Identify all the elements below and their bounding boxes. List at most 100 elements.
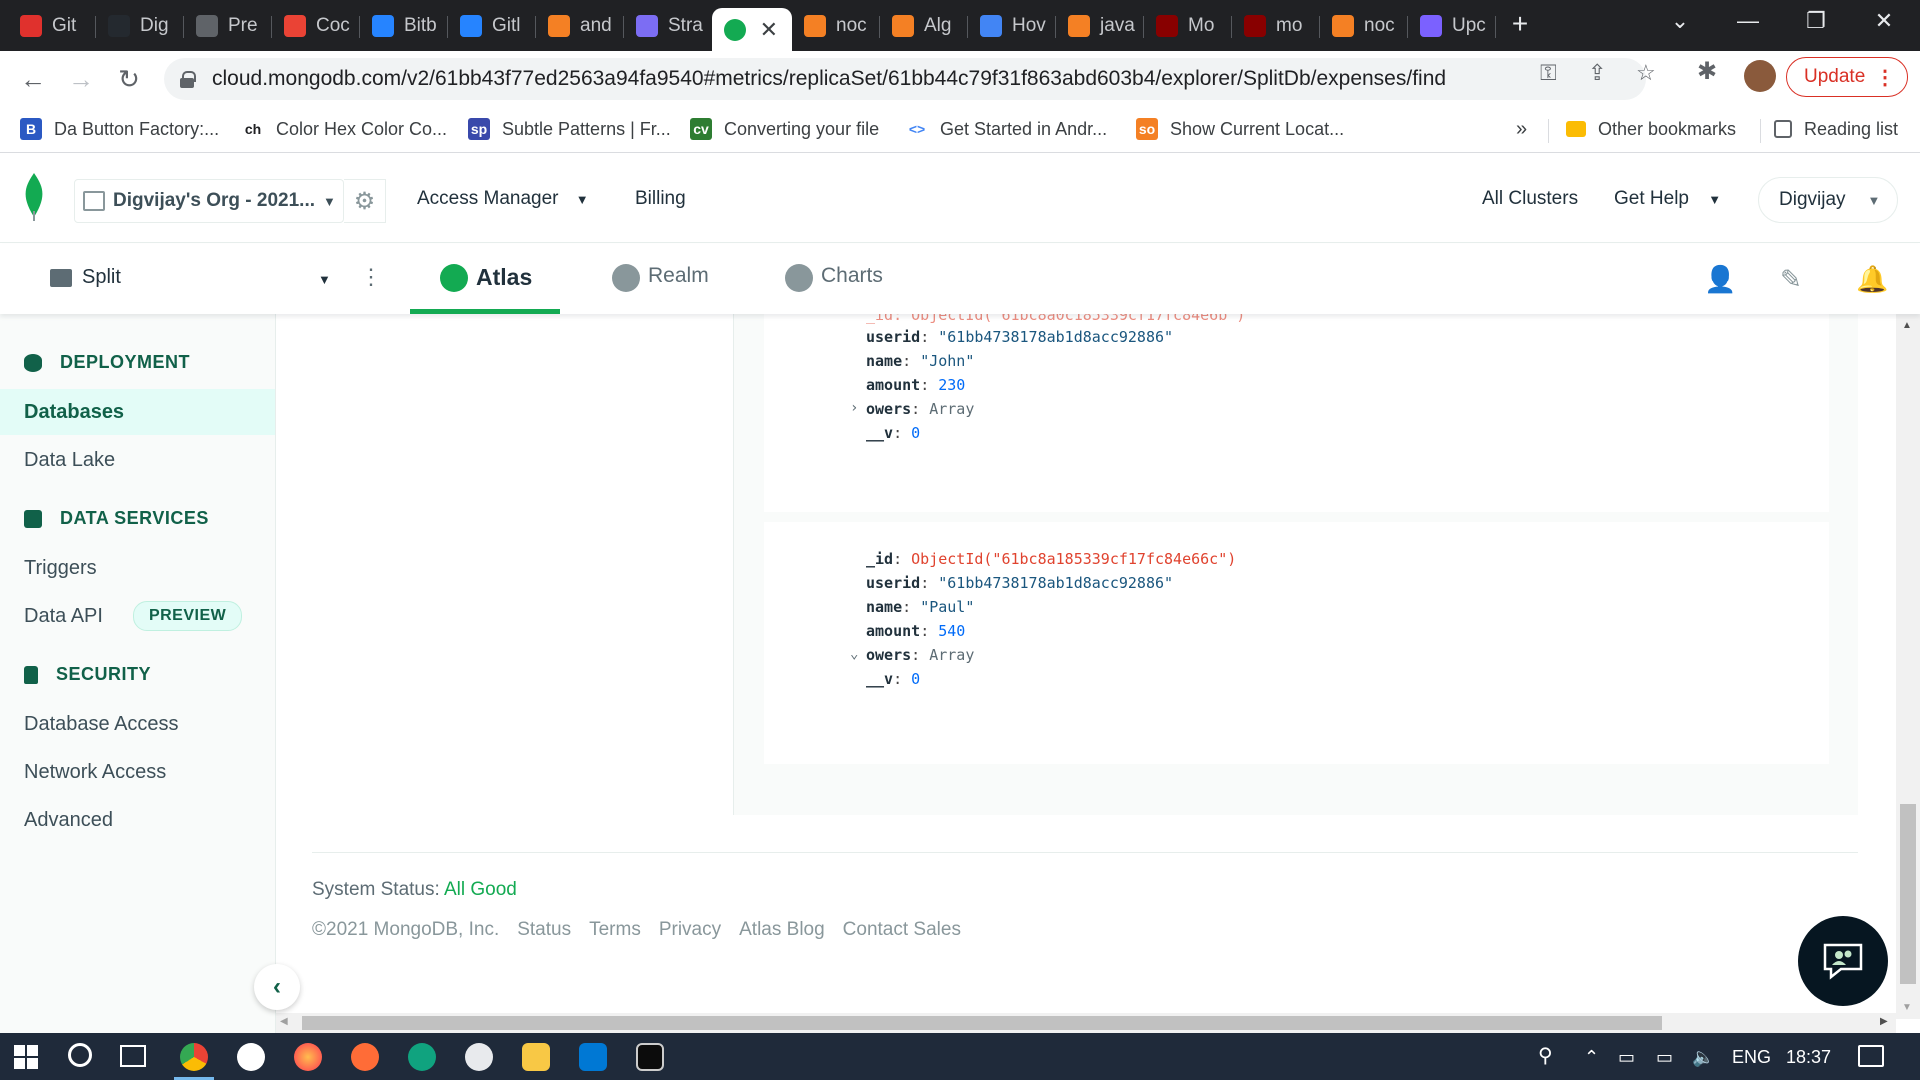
star-icon[interactable]: ☆	[1636, 60, 1656, 86]
activity-feed-icon[interactable]: ✎	[1780, 264, 1802, 295]
scroll-down-arrow-icon[interactable]: ▼	[1902, 1002, 1912, 1013]
browser-tab[interactable]: Stra	[624, 8, 712, 44]
horizontal-scroll-thumb[interactable]	[302, 1016, 1662, 1030]
update-button[interactable]: Update ⋮	[1786, 57, 1908, 97]
bookmark-item[interactable]: so Show Current Locat...	[1136, 115, 1344, 143]
forward-arrow-icon[interactable]: →	[64, 63, 98, 97]
billing-link[interactable]: Billing	[635, 188, 686, 210]
browser-tab[interactable]: Gitl	[448, 8, 536, 44]
language-indicator[interactable]: ENG	[1732, 1047, 1771, 1068]
firefox-icon[interactable]	[294, 1043, 322, 1071]
sidebar-item-network-access[interactable]: Network Access	[0, 749, 275, 795]
sidebar-item-triggers[interactable]: Triggers	[0, 545, 275, 591]
browser-tab[interactable]: Coc	[272, 8, 360, 44]
chatgpt-icon[interactable]	[408, 1043, 436, 1071]
sidebar-item-data-api[interactable]: Data API PREVIEW	[0, 593, 275, 639]
horizontal-scrollbar[interactable]: ◀ ▶	[276, 1013, 1896, 1033]
reading-list[interactable]: Reading list	[1774, 115, 1898, 143]
kebab-menu-icon[interactable]: ⋮	[360, 264, 382, 290]
scroll-left-arrow-icon[interactable]: ◀	[280, 1016, 288, 1027]
footer-link[interactable]: Terms	[589, 919, 641, 941]
extensions-icon[interactable]: ✱	[1697, 57, 1717, 86]
avatar[interactable]	[1744, 60, 1776, 92]
document-field[interactable]: ⌄ owers: Array	[850, 646, 974, 664]
other-bookmarks[interactable]: Other bookmarks	[1566, 115, 1736, 143]
invite-user-icon[interactable]: 👤	[1704, 264, 1736, 295]
notifications-icon[interactable]	[1858, 1045, 1884, 1067]
browser-tab[interactable]: Git	[8, 8, 96, 44]
sidebar-item-data-lake[interactable]: Data Lake	[0, 437, 275, 483]
close-tab-icon[interactable]: ✕	[760, 17, 778, 43]
app-icon[interactable]	[465, 1043, 493, 1071]
footer-link[interactable]: Contact Sales	[843, 919, 961, 941]
browser-tab[interactable]: java	[1056, 8, 1144, 44]
windows-start-icon[interactable]	[14, 1045, 38, 1069]
footer-link[interactable]: Status	[517, 919, 571, 941]
mongodb-compass-icon[interactable]	[237, 1043, 265, 1071]
chat-support-button[interactable]	[1798, 916, 1888, 1006]
volume-icon[interactable]: 🔈	[1692, 1047, 1714, 1068]
file-explorer-icon[interactable]	[522, 1043, 550, 1071]
user-menu[interactable]: Digvijay ▼	[1758, 177, 1898, 223]
bookmark-item[interactable]: sp Subtle Patterns | Fr...	[468, 115, 671, 143]
browser-tab[interactable]: Hov	[968, 8, 1056, 44]
document-card[interactable]: _id: ObjectId("61bc8a0c185339cf17fc84e6b…	[764, 314, 1829, 512]
minimize-icon[interactable]: —	[1728, 8, 1768, 34]
address-bar[interactable]: cloud.mongodb.com/v2/61bb43f77ed2563a94f…	[164, 58, 1646, 100]
browser-tab[interactable]: and	[536, 8, 624, 44]
browser-tab[interactable]: Dig	[96, 8, 184, 44]
share-icon[interactable]: ⇪	[1588, 60, 1606, 86]
postman-icon[interactable]	[351, 1043, 379, 1071]
chevron-down-icon[interactable]: ▼	[318, 272, 331, 287]
bookmark-item[interactable]: ch Color Hex Color Co...	[242, 115, 447, 143]
collapse-sidebar-button[interactable]: ‹	[254, 964, 300, 1010]
clock[interactable]: 18:37	[1786, 1047, 1831, 1068]
org-settings-button[interactable]: ⚙	[344, 179, 386, 223]
restore-icon[interactable]: ❐	[1796, 8, 1836, 34]
chevron-right-icon[interactable]: ›	[850, 400, 858, 416]
scroll-right-arrow-icon[interactable]: ▶	[1880, 1016, 1888, 1027]
chevron-down-icon[interactable]: ⌄	[850, 646, 858, 662]
browser-tab[interactable]: noc	[1320, 8, 1408, 44]
bookmark-item[interactable]: cv Converting your file	[690, 115, 879, 143]
new-tab-icon[interactable]: +	[1500, 8, 1540, 40]
footer-link[interactable]: Privacy	[659, 919, 721, 941]
document-field[interactable]: › owers: Array	[850, 400, 974, 418]
mongodb-leaf-icon[interactable]	[20, 173, 48, 221]
search-icon[interactable]	[68, 1043, 92, 1067]
browser-tab[interactable]: mo	[1232, 8, 1320, 44]
key-icon[interactable]: ⚿	[1540, 60, 1557, 86]
network-icon[interactable]: ▭	[1618, 1047, 1635, 1068]
task-view-icon[interactable]	[120, 1045, 146, 1067]
sidebar-item-advanced[interactable]: Advanced	[0, 797, 275, 843]
browser-tab[interactable]: Upc	[1408, 8, 1496, 44]
scroll-up-arrow-icon[interactable]: ▲	[1902, 320, 1912, 331]
project-selector[interactable]: Split	[50, 266, 121, 289]
chevron-up-icon[interactable]: ⌃	[1584, 1047, 1599, 1068]
browser-tab[interactable]: Mo	[1144, 8, 1232, 44]
back-arrow-icon[interactable]: ←	[16, 63, 50, 97]
bookmark-item[interactable]: B Da Button Factory:...	[20, 115, 219, 143]
document-card[interactable]: _id: ObjectId("61bc8a185339cf17fc84e66c"…	[764, 522, 1829, 764]
tab-charts[interactable]: Charts	[785, 264, 883, 314]
reload-icon[interactable]: ↻	[112, 63, 146, 97]
tab-search-icon[interactable]: ⌄	[1660, 8, 1700, 34]
terminal-icon[interactable]	[636, 1043, 664, 1071]
people-icon[interactable]: ⚲	[1538, 1043, 1553, 1068]
tab-atlas[interactable]: Atlas	[410, 264, 560, 314]
browser-tab[interactable]: Pre	[184, 8, 272, 44]
browser-tab[interactable]: Alg	[880, 8, 968, 44]
close-window-icon[interactable]: ✕	[1864, 8, 1904, 34]
browser-tab[interactable]: Bitb	[360, 8, 448, 44]
browser-tab[interactable]: ✕	[712, 8, 792, 51]
tab-realm[interactable]: Realm	[612, 264, 709, 314]
chrome-icon[interactable]	[180, 1043, 208, 1071]
org-selector[interactable]: Digvijay's Org - 2021... ▼	[74, 179, 344, 223]
access-manager-menu[interactable]: Access Manager ▼	[417, 188, 589, 210]
footer-link[interactable]: Atlas Blog	[739, 919, 825, 941]
battery-icon[interactable]: ▭	[1656, 1047, 1673, 1068]
sidebar-item-database-access[interactable]: Database Access	[0, 701, 275, 747]
bookmark-item[interactable]: <> Get Started in Andr...	[906, 115, 1107, 143]
bookmarks-overflow-icon[interactable]: »	[1516, 115, 1527, 143]
bell-icon[interactable]: 🔔	[1856, 264, 1888, 295]
